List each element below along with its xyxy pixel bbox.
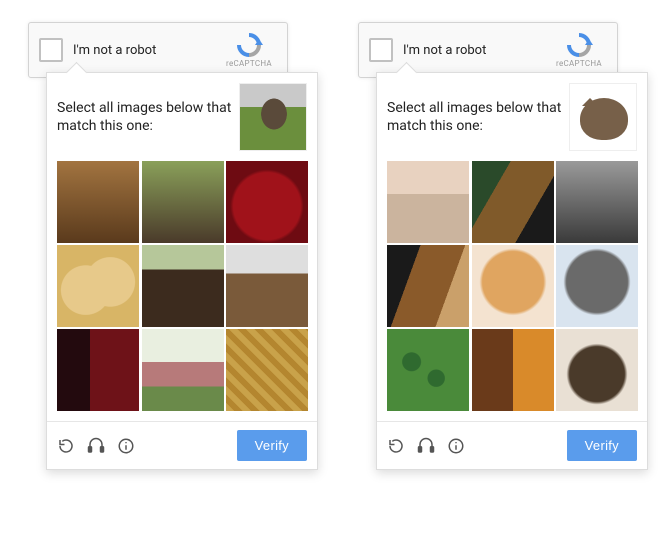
grid-tile[interactable] [57,161,139,243]
tile-image [387,245,469,327]
captcha-challenge: Select all images below that match this … [46,72,318,470]
not-a-robot-checkbox[interactable] [369,38,393,62]
tile-image [387,329,469,411]
tile-image [142,161,224,243]
grid-tile[interactable] [387,245,469,327]
captcha-widget: I'm not a robot reCAPTCHA Select all ima… [358,22,648,470]
info-icon[interactable] [117,437,135,455]
grid-tile[interactable] [472,161,554,243]
not-a-robot-label: I'm not a robot [73,43,221,58]
image-grid [387,161,639,411]
tile-image [556,245,638,327]
reload-icon[interactable] [57,437,75,455]
grid-tile[interactable] [556,245,638,327]
audio-icon[interactable] [87,437,105,455]
captcha-challenge: Select all images below that match this … [376,72,648,470]
recaptcha-icon [221,33,277,57]
verify-button[interactable]: Verify [567,430,637,461]
tile-image [472,329,554,411]
audio-icon[interactable] [417,437,435,455]
captcha-widget: I'm not a robot reCAPTCHA Select all ima… [28,22,318,470]
reference-image-content [570,84,636,150]
tile-image [556,329,638,411]
grid-tile[interactable] [226,245,308,327]
challenge-instruction: Select all images below that match this … [387,99,569,135]
verify-button[interactable]: Verify [237,430,307,461]
reference-image-content [240,84,306,150]
tile-image [57,245,139,327]
tile-image [226,329,308,411]
grid-tile[interactable] [142,161,224,243]
grid-tile[interactable] [226,161,308,243]
grid-tile[interactable] [387,161,469,243]
recaptcha-brand-text: reCAPTCHA [551,59,607,68]
grid-tile[interactable] [556,161,638,243]
tile-image [556,161,638,243]
reload-icon[interactable] [387,437,405,455]
grid-tile[interactable] [556,329,638,411]
tile-image [226,161,308,243]
tile-image [472,245,554,327]
grid-tile[interactable] [472,329,554,411]
challenge-instruction: Select all images below that match this … [57,99,239,135]
reference-image [239,83,307,151]
image-grid [57,161,309,411]
tile-image [142,245,224,327]
not-a-robot-checkbox[interactable] [39,38,63,62]
info-icon[interactable] [447,437,465,455]
grid-tile[interactable] [142,245,224,327]
grid-tile[interactable] [472,245,554,327]
tile-image [142,329,224,411]
grid-tile[interactable] [57,245,139,327]
tile-image [57,161,139,243]
challenge-footer: Verify [387,422,637,461]
tile-image [57,329,139,411]
tile-image [387,161,469,243]
grid-tile[interactable] [387,329,469,411]
reference-image [569,83,637,151]
tile-image [472,161,554,243]
tile-image [226,245,308,327]
recaptcha-brand: reCAPTCHA [221,33,277,68]
recaptcha-brand-text: reCAPTCHA [221,59,277,68]
recaptcha-brand: reCAPTCHA [551,33,607,68]
grid-tile[interactable] [57,329,139,411]
recaptcha-icon [551,33,607,57]
challenge-footer: Verify [57,422,307,461]
grid-tile[interactable] [142,329,224,411]
grid-tile[interactable] [226,329,308,411]
not-a-robot-label: I'm not a robot [403,43,551,58]
